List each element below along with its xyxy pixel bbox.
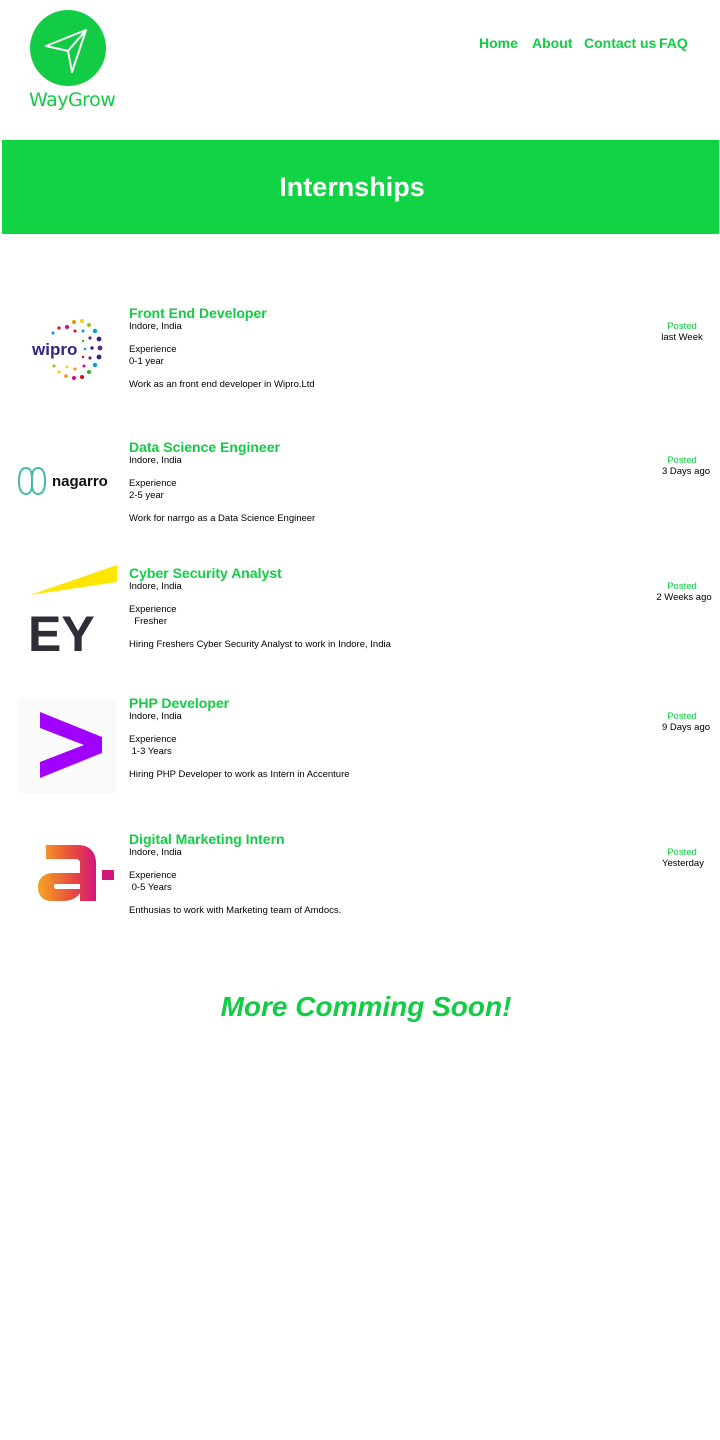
job-title[interactable]: PHP Developer <box>129 695 229 711</box>
job-location: Indore, India <box>129 581 182 592</box>
job-location: Indore, India <box>129 847 182 858</box>
job-title[interactable]: Data Science Engineer <box>129 439 280 455</box>
job-listing[interactable]: PHP Developer Indore, India Experience 1… <box>0 695 720 795</box>
more-coming-soon: More Comming Soon! <box>220 991 512 1022</box>
posted-label: Posted <box>667 455 697 466</box>
job-description: Hiring Freshers Cyber Security Analyst t… <box>129 639 391 650</box>
job-description: Enthusias to work with Marketing team of… <box>129 905 342 916</box>
experience-value: 2-5 year <box>129 490 164 501</box>
experience-label: Experience <box>129 344 177 355</box>
job-title[interactable]: Digital Marketing Intern <box>129 831 285 847</box>
job-description: Work for narrgo as a Data Science Engine… <box>129 513 316 524</box>
posted-label: Posted <box>667 581 697 592</box>
nav-faq-link[interactable]: FAQ <box>659 35 688 51</box>
svg-text:nagarro: nagarro <box>52 473 108 490</box>
job-title[interactable]: Cyber Security Analyst <box>129 565 282 581</box>
amdocs-logo <box>36 841 118 905</box>
experience-label: Experience <box>129 604 177 615</box>
svg-text:EY: EY <box>30 606 95 653</box>
ey-logo: EY <box>28 565 118 662</box>
paper-plane-icon <box>30 10 106 86</box>
job-listing[interactable]: EY Cyber Security Analyst Indore, India … <box>0 565 720 665</box>
page-banner: Internships <box>2 140 719 234</box>
job-location: Indore, India <box>129 711 182 722</box>
nav-contact-link[interactable]: Contact us <box>584 35 656 51</box>
posted-date: 3 Days ago <box>661 466 711 477</box>
experience-label: Experience <box>129 870 177 881</box>
experience-value: 0-5 Years <box>129 882 172 893</box>
job-description: Work as an front end developer in Wipro.… <box>129 379 315 390</box>
job-title[interactable]: Front End Developer <box>129 305 267 321</box>
page-title: Internships <box>279 172 425 202</box>
posted-date: Yesterday <box>662 858 704 869</box>
experience-value: Fresher <box>129 616 168 627</box>
posted-label: Posted <box>667 847 697 858</box>
experience-label: Experience <box>129 734 177 745</box>
nav-about-link[interactable]: About <box>532 35 572 51</box>
posted-date: 2 Weeks ago <box>656 592 712 603</box>
job-location: Indore, India <box>129 455 182 466</box>
experience-value: 1-3 Years <box>129 746 172 757</box>
nagarro-logo: nagarro <box>17 465 110 497</box>
experience-value: 0-1 year <box>129 356 164 367</box>
posted-label: Posted <box>667 321 697 332</box>
posted-date: 9 Days ago <box>661 722 711 733</box>
accenture-logo <box>18 699 116 793</box>
job-location: Indore, India <box>129 321 182 332</box>
job-listing[interactable]: Digital Marketing Intern Indore, India E… <box>0 831 720 931</box>
svg-text:wipro: wipro <box>31 340 77 359</box>
wipro-logo: wipro <box>27 311 107 391</box>
nav-home-link[interactable]: Home <box>479 35 518 51</box>
job-description: Hiring PHP Developer to work as Intern i… <box>129 769 350 780</box>
posted-date: last Week <box>661 332 703 343</box>
job-listing[interactable]: wipro Front End Developer Indore, India … <box>0 305 720 405</box>
posted-label: Posted <box>667 711 697 722</box>
brand-name: WayGrow <box>29 89 116 111</box>
experience-label: Experience <box>129 478 177 489</box>
job-listing[interactable]: nagarro Data Science Engineer Indore, In… <box>0 439 720 539</box>
